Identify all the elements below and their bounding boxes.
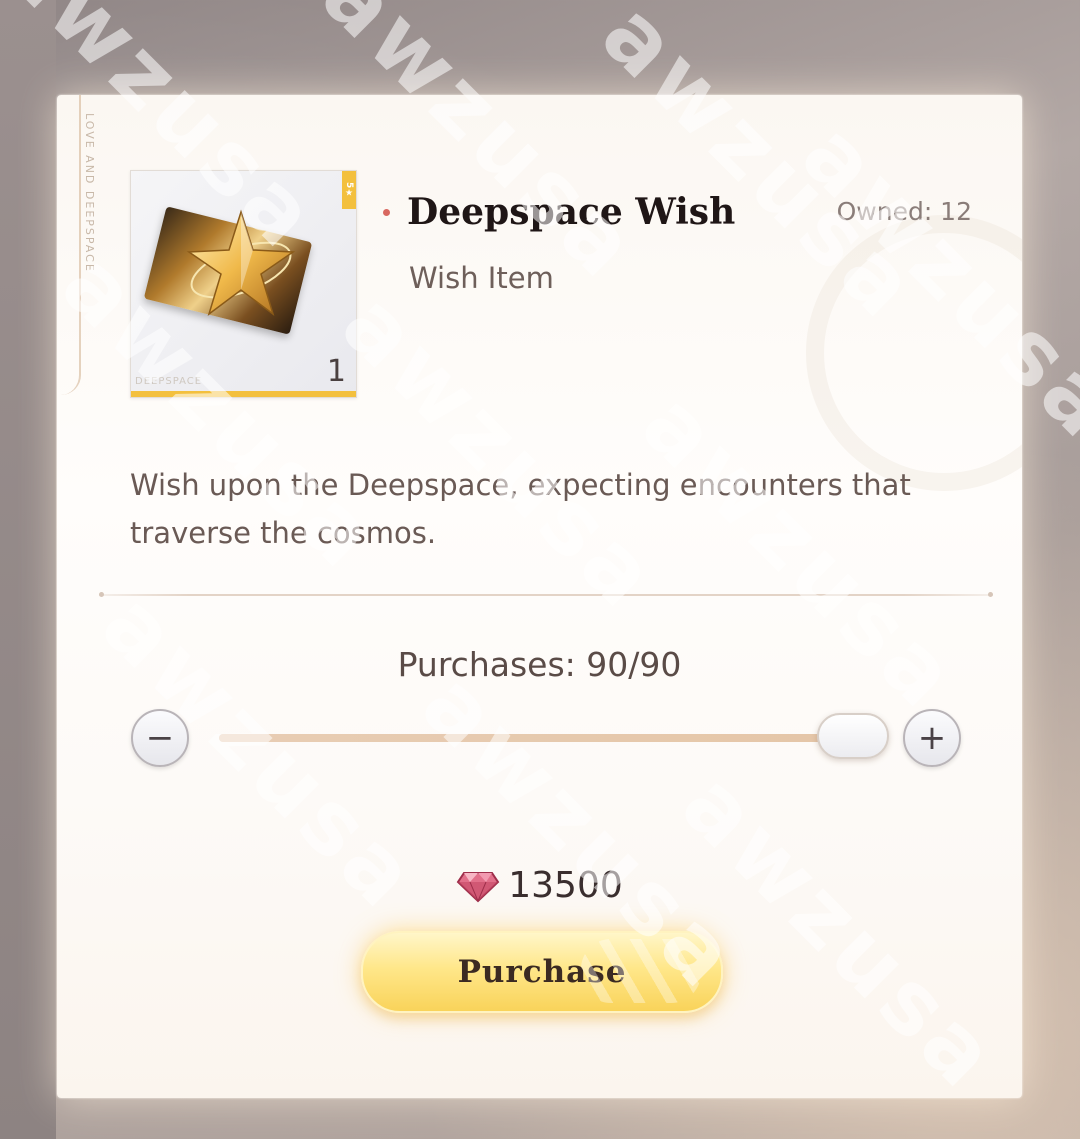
item-card: 5★ DEEPSPACE 1	[130, 170, 357, 398]
item-description: Wish upon the Deepspace, expecting encou…	[130, 468, 911, 550]
gem-icon	[456, 871, 500, 902]
decrease-button[interactable]: −	[131, 709, 189, 767]
card-tag: DEEPSPACE	[135, 376, 203, 387]
panel-decoration-arc	[806, 215, 1022, 491]
star-ticket-icon	[186, 209, 296, 316]
panel-decoration	[57, 95, 81, 395]
purchase-button-label: Purchase	[457, 954, 627, 990]
vertical-brand-label: LOVE AND DEEPSPACE	[83, 113, 96, 273]
item-type: Wish Item	[409, 261, 554, 295]
item-name: Deepspace Wish	[407, 191, 736, 233]
background-strip	[0, 0, 56, 1139]
purchase-button[interactable]: Purchase	[361, 931, 723, 1013]
rarity-badge: 5★	[342, 171, 356, 209]
quantity-slider-fill	[219, 734, 839, 742]
quantity-slider-thumb[interactable]	[817, 713, 889, 759]
owned-count: Owned: 12	[836, 197, 972, 226]
quantity-slider-track[interactable]	[219, 734, 839, 742]
item-purchase-dialog: LOVE AND DEEPSPACE 5★ DEEPSPACE 1 Deepsp…	[57, 95, 1022, 1098]
item-quantity: 1	[326, 354, 346, 389]
divider	[99, 592, 993, 597]
purchases-count: Purchases: 90/90	[397, 645, 682, 684]
title-bullet	[383, 209, 390, 216]
price-display: 13500	[57, 865, 1022, 906]
increase-button[interactable]: +	[903, 709, 961, 767]
price-value: 13500	[508, 865, 623, 906]
rarity-stripe	[131, 391, 356, 397]
